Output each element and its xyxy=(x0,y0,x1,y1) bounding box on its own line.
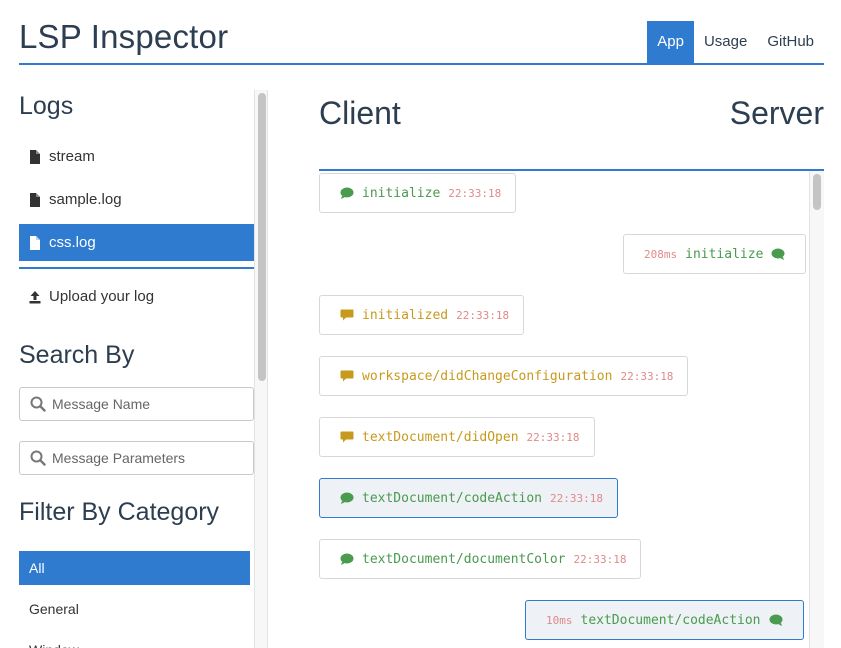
chat-bubble-icon xyxy=(340,492,354,504)
file-icon xyxy=(29,192,41,207)
message-scrollbar-track[interactable] xyxy=(809,171,824,648)
client-column-title: Client xyxy=(319,95,401,131)
search-icon xyxy=(30,450,46,466)
category-window[interactable]: Window xyxy=(19,633,250,648)
notification-bubble-icon xyxy=(340,431,354,443)
message-name: textDocument/codeAction xyxy=(362,490,543,506)
message-name: initialized xyxy=(362,307,449,323)
file-icon xyxy=(29,149,41,164)
message-item-selected[interactable]: textDocument/codeAction 22:33:18 xyxy=(319,478,618,518)
message-params-input[interactable] xyxy=(52,450,242,466)
message-params-search xyxy=(19,441,254,475)
chat-bubble-icon xyxy=(771,248,785,260)
message-item[interactable]: initialize 22:33:18 xyxy=(319,173,517,213)
notification-bubble-icon xyxy=(340,309,354,321)
upload-icon xyxy=(29,290,41,304)
message-list: initialize 22:33:18 208ms initialize ini… xyxy=(319,171,824,648)
tab-usage[interactable]: Usage xyxy=(694,21,757,63)
server-column-title: Server xyxy=(729,95,824,131)
notification-bubble-icon xyxy=(340,370,354,382)
message-name: workspace/didChangeConfiguration xyxy=(362,368,613,384)
log-item-label: stream xyxy=(49,148,95,165)
search-by-title: Search By xyxy=(19,341,135,369)
app-title: LSP Inspector xyxy=(19,18,229,55)
message-name: initialize xyxy=(685,246,764,262)
upload-log-button[interactable]: Upload your log xyxy=(19,278,254,315)
message-name: textDocument/didOpen xyxy=(362,429,519,445)
log-item-label: css.log xyxy=(49,234,96,251)
chat-bubble-icon xyxy=(340,187,354,199)
message-item[interactable]: workspace/didChangeConfiguration 22:33:1… xyxy=(319,356,689,396)
category-all[interactable]: All xyxy=(19,551,250,585)
log-item-stream[interactable]: stream xyxy=(19,138,254,175)
message-name: textDocument/documentColor xyxy=(362,551,566,567)
log-item-css-log[interactable]: css.log xyxy=(19,224,254,261)
app-header: LSP Inspector App Usage GitHub xyxy=(19,0,824,65)
filter-by-category-title: Filter By Category xyxy=(19,498,220,526)
message-item[interactable]: 208ms initialize xyxy=(623,234,807,274)
tab-github[interactable]: GitHub xyxy=(757,21,824,63)
log-item-label: sample.log xyxy=(49,191,122,208)
sidebar-scrollbar-thumb[interactable] xyxy=(258,93,266,381)
tab-app[interactable]: App xyxy=(647,21,694,63)
message-name-input[interactable] xyxy=(52,396,242,412)
message-duration: 10ms xyxy=(546,613,573,627)
message-item[interactable]: textDocument/documentColor 22:33:18 xyxy=(319,539,642,579)
log-item-sample-log[interactable]: sample.log xyxy=(19,181,254,218)
message-scrollbar-thumb[interactable] xyxy=(813,174,821,210)
upload-label: Upload your log xyxy=(49,288,155,305)
message-name-search xyxy=(19,387,254,421)
file-icon xyxy=(29,235,41,250)
search-icon xyxy=(30,396,46,412)
message-time: 22:33:18 xyxy=(448,186,502,200)
message-time: 22:33:18 xyxy=(573,552,627,566)
message-time: 22:33:18 xyxy=(526,430,580,444)
chat-bubble-icon xyxy=(340,553,354,565)
message-item[interactable]: initialized 22:33:18 xyxy=(319,295,525,335)
category-general[interactable]: General xyxy=(19,592,250,626)
top-nav: App Usage GitHub xyxy=(647,21,824,63)
chat-bubble-icon xyxy=(769,614,783,626)
message-time: 22:33:18 xyxy=(620,369,674,383)
message-name: textDocument/codeAction xyxy=(580,612,761,628)
message-time: 22:33:18 xyxy=(550,491,603,505)
message-item-selected[interactable]: 10ms textDocument/codeAction xyxy=(525,600,804,640)
logs-title: Logs xyxy=(19,92,74,120)
message-duration: 208ms xyxy=(644,247,678,261)
message-item[interactable]: textDocument/didOpen 22:33:18 xyxy=(319,417,595,457)
sidebar: Logs stream sample.log css.log Upload yo… xyxy=(19,90,254,648)
sidebar-divider xyxy=(19,267,254,269)
message-name: initialize xyxy=(362,185,441,201)
message-time: 22:33:18 xyxy=(456,308,510,322)
